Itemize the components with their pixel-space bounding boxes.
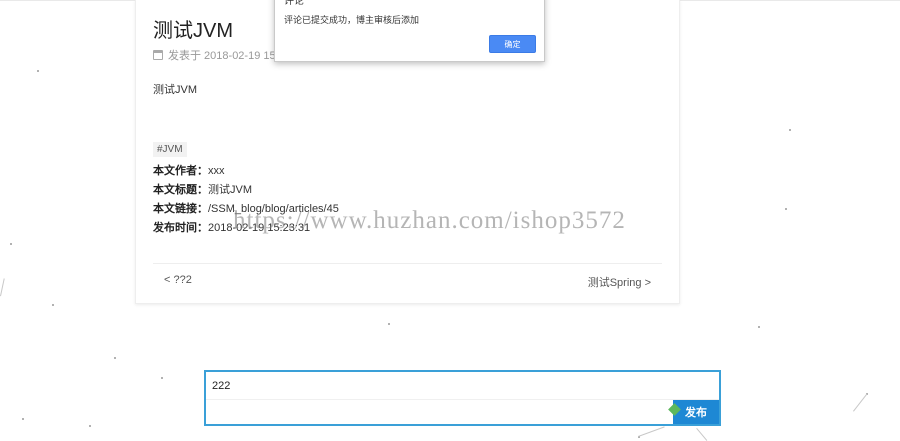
info-row-author: 本文作者： xxx	[153, 162, 339, 181]
dialog-message: 评论已提交成功，博主审核后添加	[284, 15, 420, 25]
info-key: 本文作者：	[153, 165, 208, 177]
dialog-ok-button[interactable]: 确定	[489, 35, 536, 53]
info-row-title: 本文标题： 测试JVM	[153, 181, 339, 200]
article-tag[interactable]: #JVM	[153, 142, 187, 157]
info-key: 发布时间：	[153, 222, 208, 234]
dialog-title: 评论	[284, 0, 304, 7]
publish-button[interactable]: 发布	[673, 400, 719, 424]
next-article-link[interactable]: 测试Spring >	[588, 274, 651, 290]
article-date: 发表于 2018-02-19 15:23	[168, 50, 291, 62]
alert-dialog: 评论 评论已提交成功，博主审核后添加 确定	[274, 0, 545, 62]
comment-box: 222 发布	[204, 370, 721, 426]
calendar-icon	[153, 50, 163, 60]
info-key: 本文标题：	[153, 184, 208, 196]
article-title: 测试JVM	[153, 20, 233, 42]
info-value: xxx	[208, 165, 225, 177]
article-body: 测试JVM	[153, 84, 197, 96]
comment-input[interactable]: 222	[206, 372, 719, 400]
info-value: 测试JVM	[208, 184, 252, 196]
watermark: https://www.huzhan.com/ishop3572	[233, 207, 626, 234]
info-key: 本文链接：	[153, 203, 208, 215]
article-meta: 发表于 2018-02-19 15:23	[153, 47, 291, 63]
prev-article-link[interactable]: < ??2	[164, 274, 192, 286]
pager-divider	[153, 263, 662, 264]
